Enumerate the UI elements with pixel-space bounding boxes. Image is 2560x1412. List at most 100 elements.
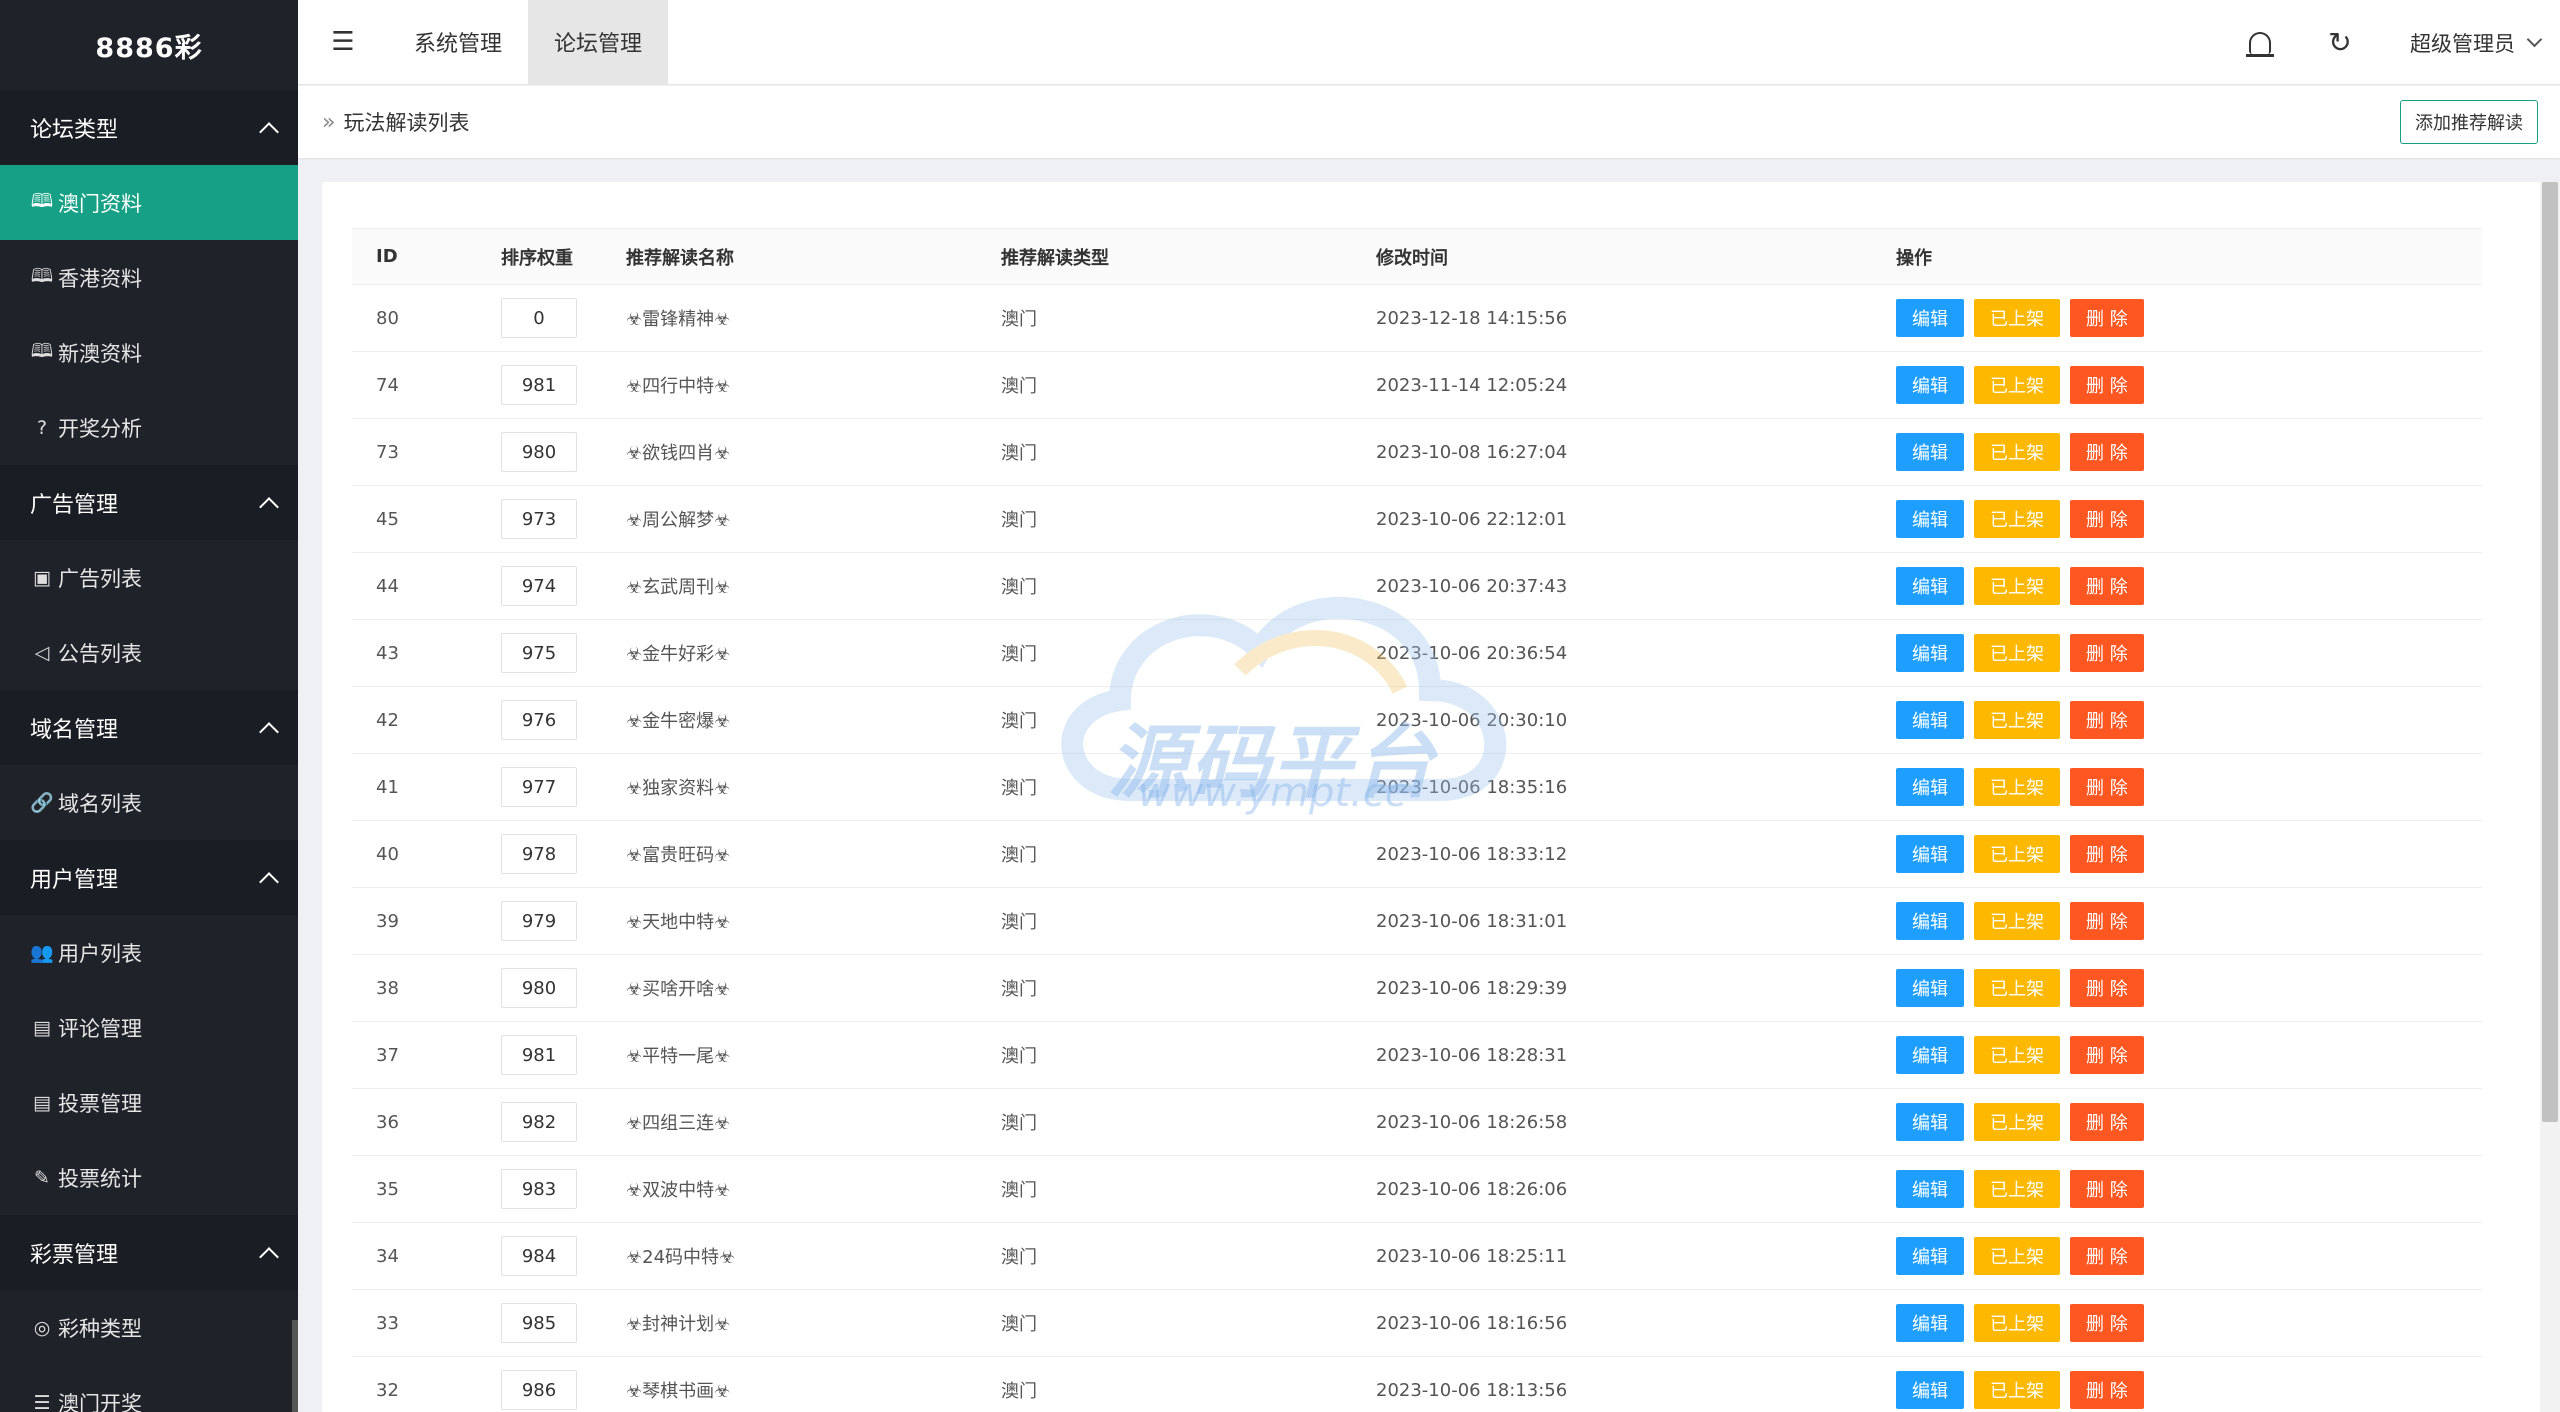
onshelf-button[interactable]: 已上架 <box>1974 1103 2060 1141</box>
delete-button[interactable]: 删 除 <box>2070 768 2144 806</box>
edit-button[interactable]: 编辑 <box>1896 634 1964 672</box>
weight-input[interactable]: 978 <box>501 834 577 874</box>
sidebar-item[interactable]: ▤ 评论管理 <box>0 990 298 1065</box>
user-menu[interactable]: 超级管理员 <box>2410 28 2543 58</box>
onshelf-button[interactable]: 已上架 <box>1974 1304 2060 1342</box>
sidebar-item[interactable]: 🕮 新澳资料 <box>0 315 298 390</box>
sidebar-item[interactable]: ☰ 澳门开奖 <box>0 1365 298 1412</box>
onshelf-button[interactable]: 已上架 <box>1974 1036 2060 1074</box>
sidebar-group-0[interactable]: 论坛类型 <box>0 90 298 165</box>
onshelf-button[interactable]: 已上架 <box>1974 902 2060 940</box>
edit-button[interactable]: 编辑 <box>1896 1170 1964 1208</box>
onshelf-button[interactable]: 已上架 <box>1974 433 2060 471</box>
edit-button[interactable]: 编辑 <box>1896 1304 1964 1342</box>
edit-button[interactable]: 编辑 <box>1896 969 1964 1007</box>
sidebar-item[interactable]: ◁ 公告列表 <box>0 615 298 690</box>
onshelf-button[interactable]: 已上架 <box>1974 768 2060 806</box>
delete-button[interactable]: 删 除 <box>2070 634 2144 672</box>
delete-button[interactable]: 删 除 <box>2070 969 2144 1007</box>
edit-button[interactable]: 编辑 <box>1896 1371 1964 1409</box>
onshelf-button[interactable]: 已上架 <box>1974 634 2060 672</box>
onshelf-button[interactable]: 已上架 <box>1974 299 2060 337</box>
weight-input[interactable]: 976 <box>501 700 577 740</box>
weight-input[interactable]: 981 <box>501 365 577 405</box>
onshelf-button[interactable]: 已上架 <box>1974 567 2060 605</box>
onshelf-button[interactable]: 已上架 <box>1974 701 2060 739</box>
sidebar-scrollbar[interactable] <box>292 1320 298 1412</box>
notification-bell-icon[interactable] <box>2220 31 2300 57</box>
weight-input[interactable]: 982 <box>501 1102 577 1142</box>
delete-button[interactable]: 删 除 <box>2070 1036 2144 1074</box>
sidebar-group-1[interactable]: 广告管理 <box>0 465 298 540</box>
sidebar-item[interactable]: ? 开奖分析 <box>0 390 298 465</box>
weight-input[interactable]: 974 <box>501 566 577 606</box>
edit-button[interactable]: 编辑 <box>1896 1036 1964 1074</box>
weight-input[interactable]: 980 <box>501 432 577 472</box>
weight-input[interactable]: 983 <box>501 1169 577 1209</box>
edit-button[interactable]: 编辑 <box>1896 500 1964 538</box>
weight-input[interactable]: 985 <box>501 1303 577 1343</box>
delete-button[interactable]: 删 除 <box>2070 1304 2144 1342</box>
edit-button[interactable]: 编辑 <box>1896 1103 1964 1141</box>
sidebar-item[interactable]: ◎ 彩种类型 <box>0 1290 298 1365</box>
onshelf-button[interactable]: 已上架 <box>1974 1237 2060 1275</box>
scrollbar-thumb[interactable] <box>2542 182 2558 1122</box>
tab-system[interactable]: 系统管理 <box>388 0 528 85</box>
refresh-icon[interactable]: ↻ <box>2300 26 2380 59</box>
delete-button[interactable]: 删 除 <box>2070 433 2144 471</box>
delete-button[interactable]: 删 除 <box>2070 1371 2144 1409</box>
weight-input[interactable]: 981 <box>501 1035 577 1075</box>
onshelf-button[interactable]: 已上架 <box>1974 835 2060 873</box>
delete-button[interactable]: 删 除 <box>2070 1170 2144 1208</box>
onshelf-button[interactable]: 已上架 <box>1974 969 2060 1007</box>
delete-button[interactable]: 删 除 <box>2070 701 2144 739</box>
edit-button[interactable]: 编辑 <box>1896 1237 1964 1275</box>
weight-input[interactable]: 973 <box>501 499 577 539</box>
weight-input[interactable]: 979 <box>501 901 577 941</box>
delete-button[interactable]: 删 除 <box>2070 1103 2144 1141</box>
edit-button[interactable]: 编辑 <box>1896 768 1964 806</box>
delete-button[interactable]: 删 除 <box>2070 835 2144 873</box>
breadcrumb-current: 玩法解读列表 <box>343 111 470 135</box>
onshelf-button[interactable]: 已上架 <box>1974 366 2060 404</box>
page-scrollbar[interactable] <box>2540 182 2560 1412</box>
sidebar-item[interactable]: 🔗 域名列表 <box>0 765 298 840</box>
edit-button[interactable]: 编辑 <box>1896 835 1964 873</box>
delete-button[interactable]: 删 除 <box>2070 299 2144 337</box>
tab-forum[interactable]: 论坛管理 <box>528 0 669 85</box>
sidebar-item[interactable]: ▤ 投票管理 <box>0 1065 298 1140</box>
weight-input[interactable]: 977 <box>501 767 577 807</box>
weight-input[interactable]: 0 <box>501 298 577 338</box>
sidebar-group-3[interactable]: 用户管理 <box>0 840 298 915</box>
sidebar-group-4[interactable]: 彩票管理 <box>0 1215 298 1290</box>
menu-fold-icon[interactable]: ☰ <box>298 0 388 85</box>
delete-button[interactable]: 删 除 <box>2070 366 2144 404</box>
sidebar-item[interactable]: ▣ 广告列表 <box>0 540 298 615</box>
delete-button[interactable]: 删 除 <box>2070 902 2144 940</box>
edit-button[interactable]: 编辑 <box>1896 433 1964 471</box>
cell-weight: 984 <box>477 1222 602 1290</box>
delete-button[interactable]: 删 除 <box>2070 1237 2144 1275</box>
cell-name: ☣24码中特☣ <box>602 1222 977 1290</box>
sidebar-item[interactable]: ✎ 投票统计 <box>0 1140 298 1215</box>
weight-input[interactable]: 980 <box>501 968 577 1008</box>
add-recommend-button[interactable]: 添加推荐解读 <box>2400 100 2538 144</box>
delete-button[interactable]: 删 除 <box>2070 500 2144 538</box>
onshelf-button[interactable]: 已上架 <box>1974 500 2060 538</box>
weight-input[interactable]: 986 <box>501 1370 577 1410</box>
question-circle-icon: ? <box>36 416 48 439</box>
weight-input[interactable]: 975 <box>501 633 577 673</box>
edit-button[interactable]: 编辑 <box>1896 567 1964 605</box>
weight-input[interactable]: 984 <box>501 1236 577 1276</box>
edit-button[interactable]: 编辑 <box>1896 902 1964 940</box>
sidebar-item[interactable]: 🕮 香港资料 <box>0 240 298 315</box>
sidebar-item[interactable]: 🕮 澳门资料 <box>0 165 298 240</box>
edit-button[interactable]: 编辑 <box>1896 299 1964 337</box>
sidebar-group-2[interactable]: 域名管理 <box>0 690 298 765</box>
delete-button[interactable]: 删 除 <box>2070 567 2144 605</box>
sidebar-item[interactable]: 👥 用户列表 <box>0 915 298 990</box>
edit-button[interactable]: 编辑 <box>1896 701 1964 739</box>
onshelf-button[interactable]: 已上架 <box>1974 1170 2060 1208</box>
onshelf-button[interactable]: 已上架 <box>1974 1371 2060 1409</box>
edit-button[interactable]: 编辑 <box>1896 366 1964 404</box>
